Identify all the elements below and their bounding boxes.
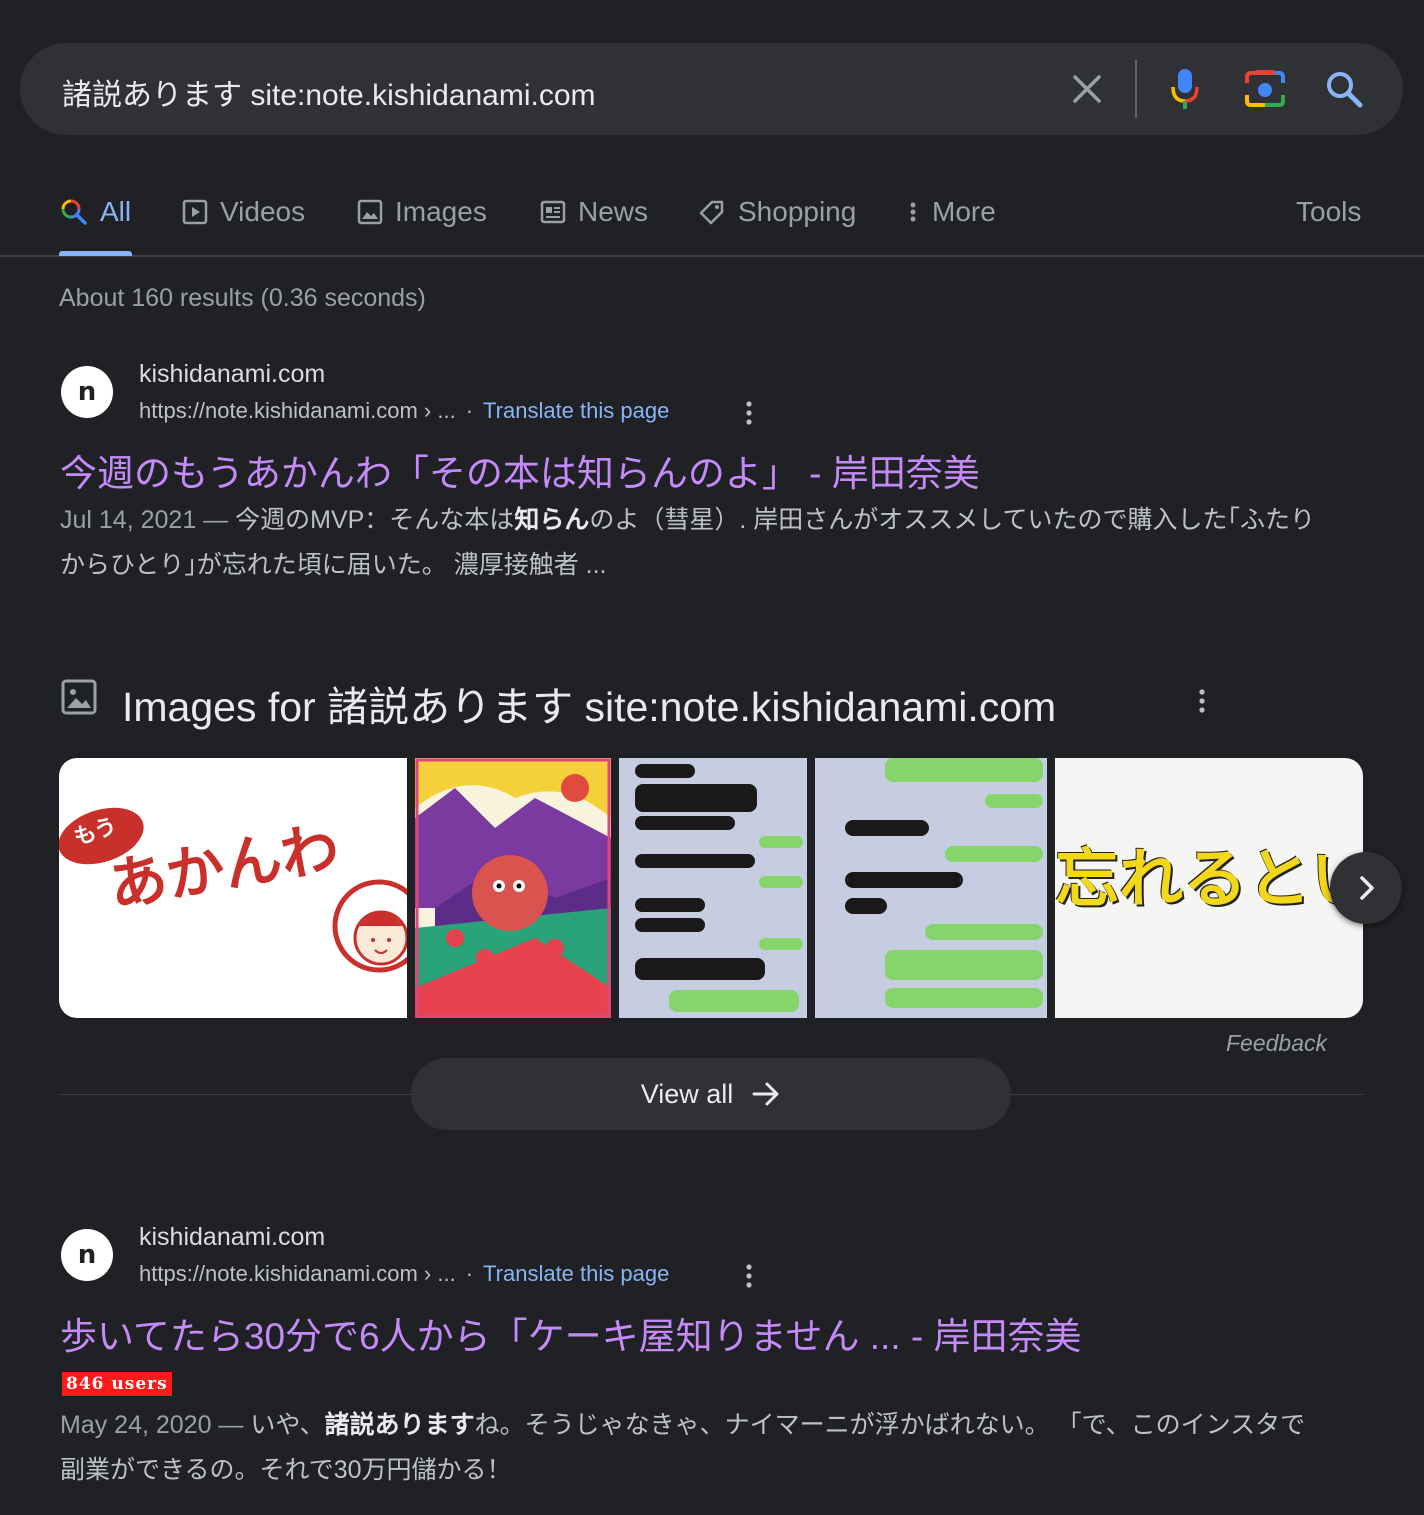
result-url-line: https://note.kishidanami.com › ... · Tra… (139, 1261, 669, 1287)
result-snippet: May 24, 2020 — いや、諸説ありますね。そうじゃなきゃ、ナイマーニが… (60, 1403, 1320, 1493)
tab-all[interactable]: All (60, 190, 131, 234)
view-all-label: View all (640, 1078, 734, 1109)
result-site-name[interactable]: kishidanami.com (139, 1223, 325, 1252)
play-icon (182, 199, 208, 225)
tab-more[interactable]: More (906, 190, 996, 234)
separator-dot: · (465, 1261, 474, 1286)
image-thumbnail[interactable] (815, 758, 1047, 1018)
more-vert-icon (746, 1264, 752, 1288)
tab-shopping[interactable]: Shopping (698, 190, 856, 234)
image-icon (61, 679, 97, 715)
more-vert-icon (746, 401, 752, 425)
translate-page-link[interactable]: Translate this page (483, 398, 669, 424)
illustration-image (415, 758, 611, 1018)
result-title-link[interactable]: 歩いてたら30分で6人から「ケーキ屋知りません ... - 岸田奈美 (60, 1306, 1082, 1360)
tools-button[interactable]: Tools (1296, 190, 1361, 234)
search-button[interactable] (1318, 62, 1370, 116)
result-options-button[interactable] (740, 398, 758, 433)
images-options-button[interactable] (1193, 686, 1211, 721)
clear-search-button[interactable] (1062, 64, 1112, 114)
tab-videos[interactable]: Videos (182, 190, 305, 234)
chat-screenshot-image (619, 758, 807, 1018)
camera-lens-icon (1245, 70, 1285, 107)
snippet-text: 今週のMVP：そんな本は (235, 506, 515, 534)
result-url[interactable]: https://note.kishidanami.com › ... (139, 1261, 456, 1287)
search-bar-divider (1135, 60, 1137, 118)
tab-shopping-label: Shopping (738, 196, 857, 227)
tab-images-label: Images (395, 196, 487, 227)
snippet-date: May 24, 2020 — (60, 1411, 251, 1439)
snippet-date: Jul 14, 2021 — (60, 506, 236, 534)
more-vert-icon (910, 202, 916, 222)
view-all-button[interactable]: View all (411, 1058, 1011, 1130)
thumb-text: 忘れるという (1055, 843, 1363, 915)
result-stats: About 160 results (0.36 seconds) (59, 284, 426, 312)
search-icon (1327, 72, 1363, 108)
snippet-text: いや、 (250, 1411, 325, 1439)
images-section-title: Images for 諸説あります site:note.kishidanami.… (122, 684, 1057, 730)
tabs-divider (0, 255, 1424, 257)
site-favicon: n (61, 366, 113, 418)
tab-news[interactable]: News (540, 190, 648, 234)
snippet-highlight: 知らん (514, 506, 590, 534)
result-options-button[interactable] (740, 1261, 758, 1296)
result-site-name[interactable]: kishidanami.com (139, 360, 325, 389)
microphone-icon (1171, 69, 1199, 109)
more-vert-icon (1199, 689, 1205, 713)
image-thumbnail[interactable]: 忘れるという (1055, 758, 1363, 1018)
tag-icon (699, 200, 724, 225)
tab-more-label: More (932, 196, 996, 227)
tab-all-label: All (100, 196, 132, 227)
voice-search-button[interactable] (1160, 62, 1210, 116)
lens-search-button[interactable] (1238, 64, 1292, 114)
site-favicon: n (61, 1229, 113, 1281)
result-url[interactable]: https://note.kishidanami.com › ... (139, 398, 456, 424)
search-input[interactable]: 諸説あります site:note.kishidanami.com (62, 70, 596, 114)
separator-dot: · (465, 398, 474, 423)
chevron-right-icon (1360, 876, 1374, 900)
active-tab-indicator (59, 251, 132, 256)
image-thumbnail[interactable]: もう あかんわ (59, 758, 407, 1018)
image-icon (357, 199, 383, 225)
snippet-highlight: 諸説あります (324, 1411, 475, 1439)
image-thumbnail[interactable] (415, 758, 611, 1018)
close-icon (1073, 75, 1101, 103)
search-multicolor-icon (61, 199, 87, 225)
newspaper-icon (540, 200, 566, 224)
tab-news-label: News (578, 196, 649, 227)
result-title-link[interactable]: 今週のもうあかんわ「その本は知らんのよ」 - 岸田奈美 (60, 443, 980, 497)
result-url-line: https://note.kishidanami.com › ... · Tra… (139, 398, 669, 424)
image-thumbnail[interactable] (619, 758, 807, 1018)
tab-videos-label: Videos (220, 196, 306, 227)
result-snippet: Jul 14, 2021 — 今週のMVP：そんな本は知らんのよ（彗星）. 岸田… (60, 498, 1320, 588)
users-badge: 846 users (62, 1372, 172, 1396)
translate-page-link[interactable]: Translate this page (483, 1261, 669, 1287)
tab-images[interactable]: Images (357, 190, 487, 234)
chat-screenshot-image (815, 758, 1047, 1018)
arrow-right-icon (752, 1082, 779, 1106)
feedback-link[interactable]: Feedback (1226, 1030, 1327, 1057)
next-images-button[interactable] (1330, 852, 1402, 924)
